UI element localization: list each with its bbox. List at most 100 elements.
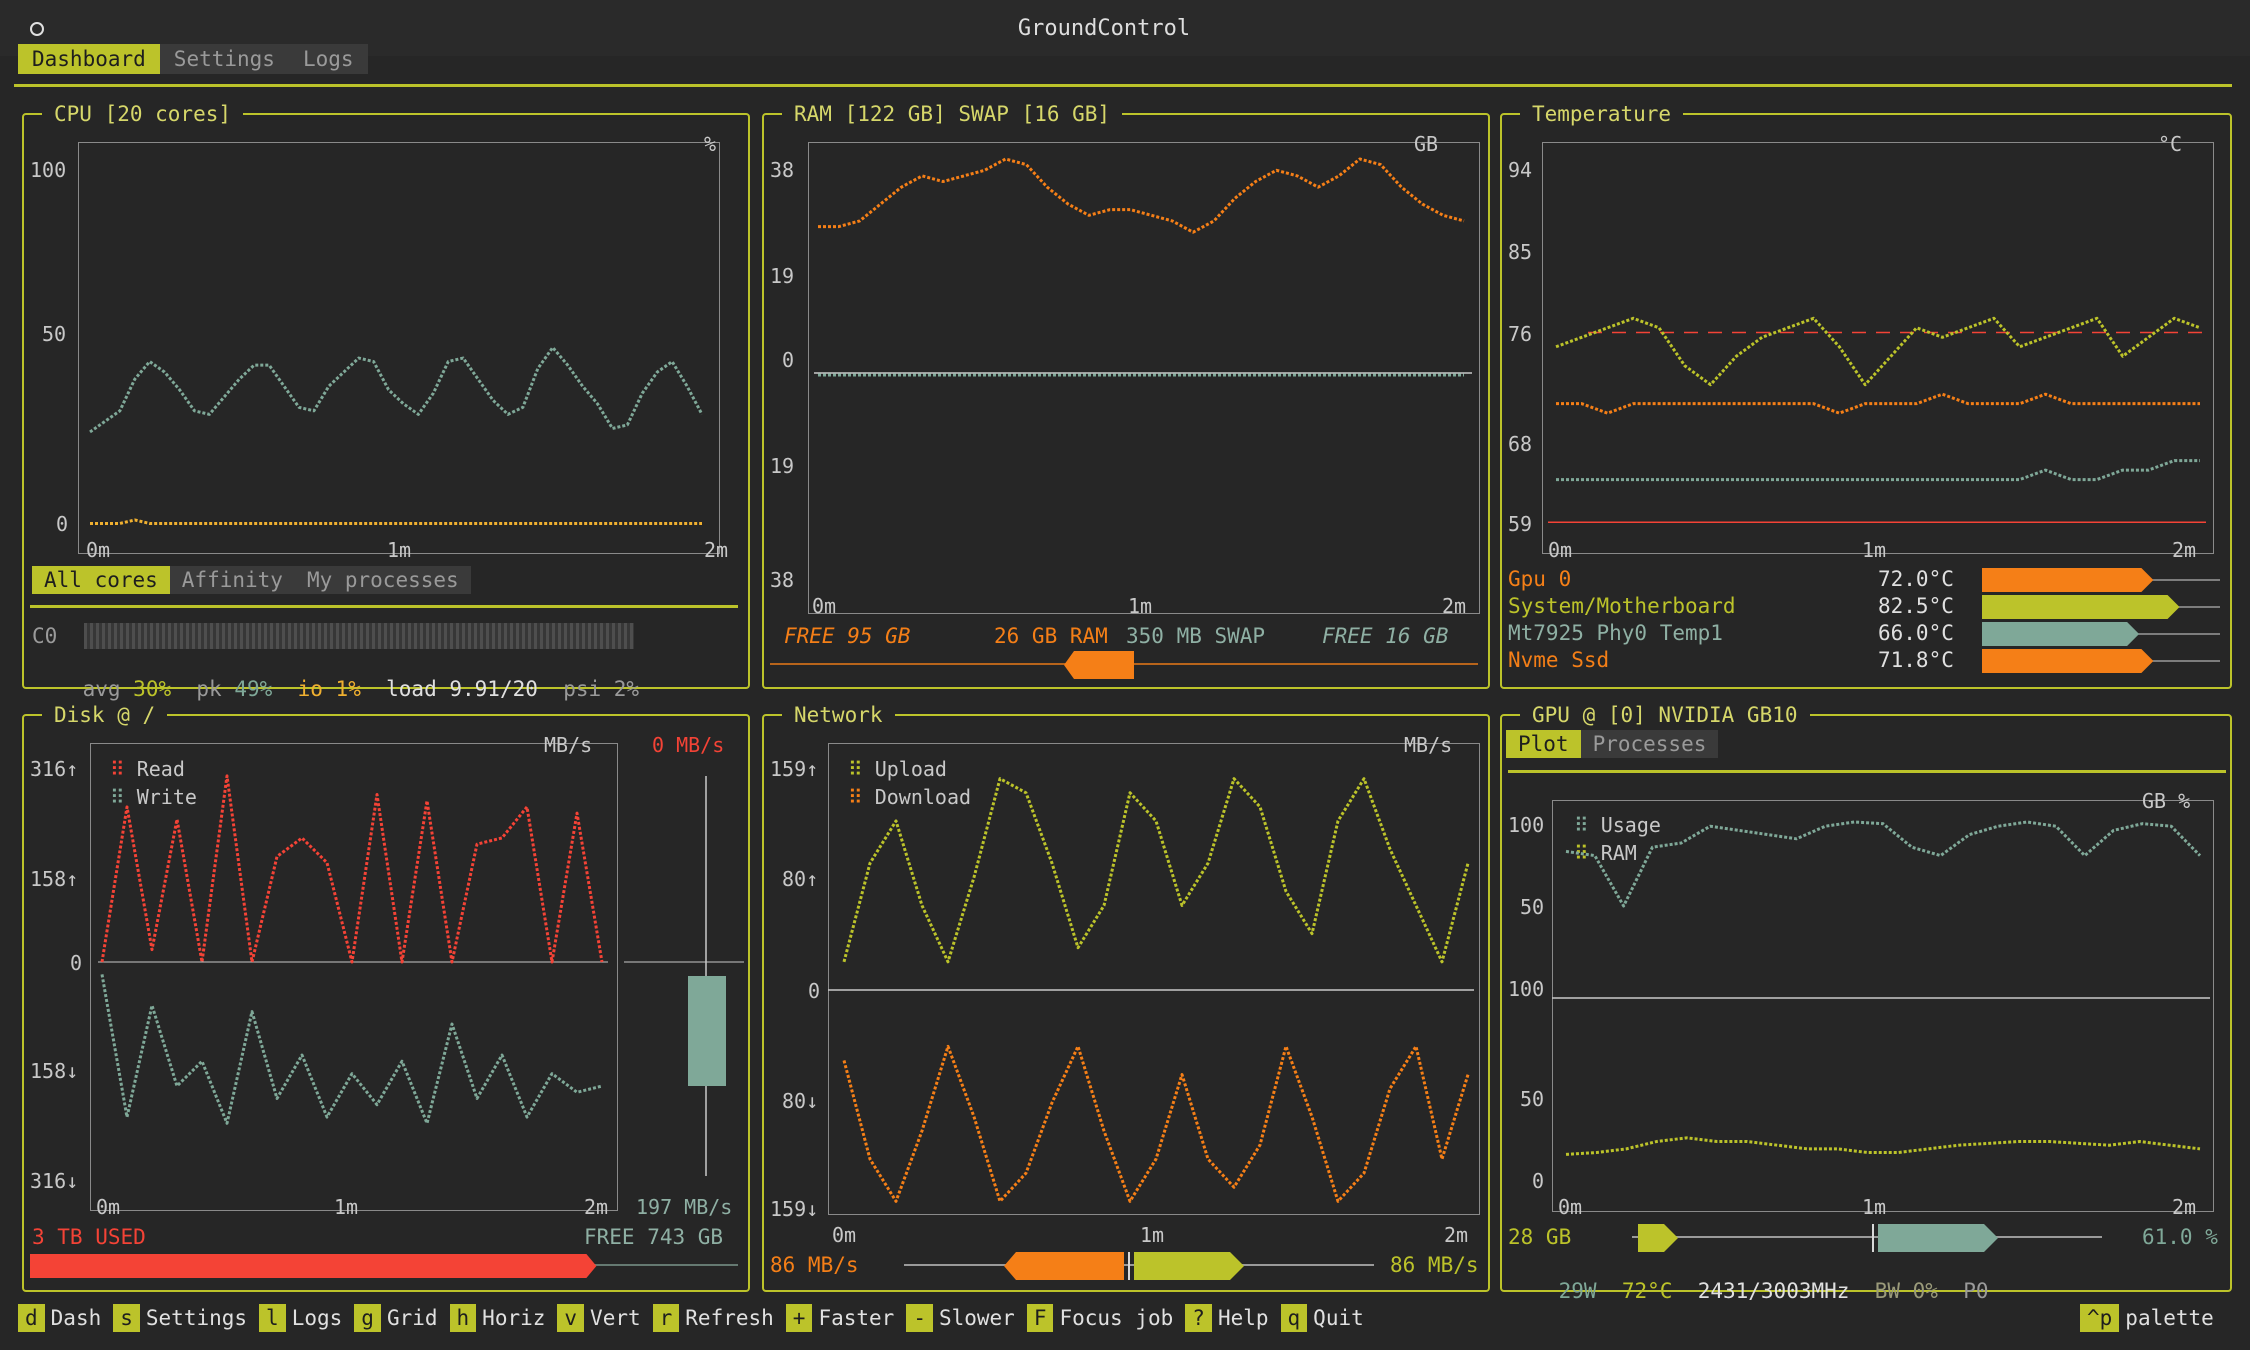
temperature-panel-title: Temperature [1520, 101, 1684, 127]
key-badge[interactable]: g [354, 1304, 381, 1332]
keybinding-refresh[interactable]: r Refresh [652, 1304, 774, 1332]
main-tabs: Dashboard Settings Logs [18, 44, 368, 74]
gpu-subtab-underline [1508, 770, 2226, 773]
gpu-unit-label: GB % [2142, 789, 2191, 813]
keybinding-vert[interactable]: v Vert [557, 1304, 641, 1332]
cpu-stat-avg: 30% [133, 677, 172, 701]
temperature-panel: Temperature °C 94 85 76 68 59 0m 1m 2m G… [1500, 101, 2232, 689]
cpu-subtabs: All cores Affinity My processes [32, 566, 471, 594]
keybinding-settings[interactable]: s Settings [113, 1304, 247, 1332]
disk-used-label: 3 TB USED [32, 1225, 146, 1249]
network-upload-series [842, 777, 1470, 964]
temp-series [1556, 459, 2200, 482]
keybinding-horiz[interactable]: h Horiz [449, 1304, 545, 1332]
key-label: Settings [145, 1306, 248, 1330]
network-up-rate: 86 MB/s [1390, 1253, 1479, 1277]
disk-box-body [688, 976, 726, 1086]
key-badge[interactable]: ? [1185, 1304, 1212, 1332]
key-badge[interactable]: h [449, 1304, 477, 1332]
key-badge[interactable]: v [557, 1304, 585, 1332]
tab-dashboard[interactable]: Dashboard [18, 44, 160, 74]
ram-panel: RAM [122 GB] SWAP [16 GB] GB 38 19 0 19 … [762, 101, 1490, 689]
key-badge[interactable]: - [906, 1304, 933, 1332]
palette-label: palette [2125, 1306, 2214, 1330]
tab-all-cores[interactable]: All cores [32, 566, 170, 594]
gpu-usage-gauge [1878, 1224, 1998, 1252]
cpu-x-tick: 0m [86, 538, 111, 562]
key-badge[interactable]: + [785, 1304, 813, 1332]
app-title: GroundControl [1017, 16, 1191, 41]
network-x-tick: 0m [832, 1223, 857, 1247]
key-badge[interactable]: d [18, 1304, 45, 1332]
keybinding-grid[interactable]: g Grid [354, 1304, 438, 1332]
temp-y-tick: 94 [1508, 158, 1533, 182]
key-badge[interactable]: q [1280, 1304, 1308, 1332]
keybinding-quit[interactable]: q Quit [1280, 1304, 1364, 1332]
key-label: Vert [590, 1306, 641, 1330]
keybinding-logs[interactable]: l Logs [259, 1304, 342, 1332]
swap-free-label: FREE 16 GB [1322, 624, 1449, 648]
gpu-usage-pct: 61.0 % [2142, 1225, 2218, 1249]
temp-y-tick: 85 [1508, 240, 1533, 264]
key-badge[interactable]: l [259, 1304, 286, 1332]
tab-gpu-processes[interactable]: Processes [1580, 730, 1719, 758]
temp-series [1555, 316, 2201, 387]
disk-unit-label: MB/s [544, 733, 593, 757]
palette-key[interactable]: ^p [2080, 1304, 2120, 1332]
sensor-name: System/Motherboard [1508, 594, 1736, 618]
sensor-row: Nvme Ssd 71.8°C [1508, 648, 2224, 674]
tab-settings[interactable]: Settings [159, 44, 289, 74]
cpu-unit-label: % [704, 132, 717, 156]
keybinding-slower[interactable]: - Slower [906, 1304, 1015, 1332]
sensor-gauge-fill [1982, 622, 2140, 646]
tab-gpu-plot[interactable]: Plot [1506, 730, 1581, 758]
ram-y-tick: 38 [770, 568, 795, 592]
gpu-y-tick: 50 [1520, 1087, 1545, 1111]
disk-y-tick: 0 [70, 951, 83, 975]
ram-x-tick: 1m [1128, 594, 1153, 618]
gpu-temp: 72°C [1621, 1279, 1673, 1303]
gpu-chart [1552, 820, 2210, 1156]
cpu-stat-avg-label: avg [82, 677, 121, 701]
cpu-stat-io-label: io [297, 677, 323, 701]
tab-affinity[interactable]: Affinity [169, 566, 295, 594]
ram-x-tick: 2m [1442, 594, 1467, 618]
tab-logs[interactable]: Logs [288, 44, 368, 74]
sensor-row: Gpu 0 72.0°C [1508, 567, 2224, 593]
gpu-x-tick: 2m [2172, 1195, 2197, 1219]
key-badge[interactable]: s [113, 1304, 140, 1332]
gpu-x-tick: 1m [1862, 1195, 1887, 1219]
key-badge[interactable]: F [1026, 1304, 1054, 1332]
disk-chart [98, 774, 608, 1125]
network-x-tick: 2m [1444, 1223, 1469, 1247]
keybinding-dash[interactable]: d Dash [18, 1304, 101, 1332]
gpu-stats: 29W 72°C 2431/3003MHz BW 0% P0 [1508, 1252, 1989, 1330]
tab-my-processes[interactable]: My processes [294, 566, 471, 594]
cpu-stat-io: 1% [335, 677, 361, 701]
keybinding-help[interactable]: ? Help [1185, 1304, 1269, 1332]
cpu-stat-psi-label: psi [563, 677, 602, 701]
cpu-core-heatmap [84, 623, 634, 649]
footer-keybindings: d Dash s Settings l Logs g Grid h Horiz v Vert r Refr… [18, 1303, 1376, 1333]
temp-x-tick: 0m [1548, 538, 1573, 562]
sensor-value: 72.0°C [1878, 567, 1954, 591]
cpu-stat-pk-label: pk [196, 677, 222, 701]
temp-unit-label: °C [2158, 132, 2183, 156]
network-chart [828, 777, 1474, 1203]
key-label: Quit [1313, 1306, 1364, 1330]
network-download-series [842, 1044, 1470, 1203]
disk-panel-title: Disk @ / [42, 702, 168, 728]
palette-hint[interactable]: ^p palette [2080, 1303, 2214, 1333]
key-badge[interactable]: r [652, 1304, 680, 1332]
cpu-core-label: C0 [32, 624, 58, 648]
temperature-chart [1548, 316, 2206, 524]
gpu-panel: GPU @ [0] NVIDIA GB10 Plot Processes GB … [1500, 702, 2232, 1303]
keybinding-faster[interactable]: + Faster [785, 1304, 894, 1332]
gpu-gauge-divider [1872, 1224, 1874, 1252]
network-y-tick: 159↓ [770, 1197, 819, 1221]
sensor-name: Nvme Ssd [1508, 648, 1610, 672]
disk-write-rate: 197 MB/s [636, 1195, 733, 1219]
network-panel-title: Network [782, 702, 895, 728]
keybinding-focus-job[interactable]: F Focus job [1026, 1304, 1173, 1332]
cpu-chart [89, 345, 704, 525]
